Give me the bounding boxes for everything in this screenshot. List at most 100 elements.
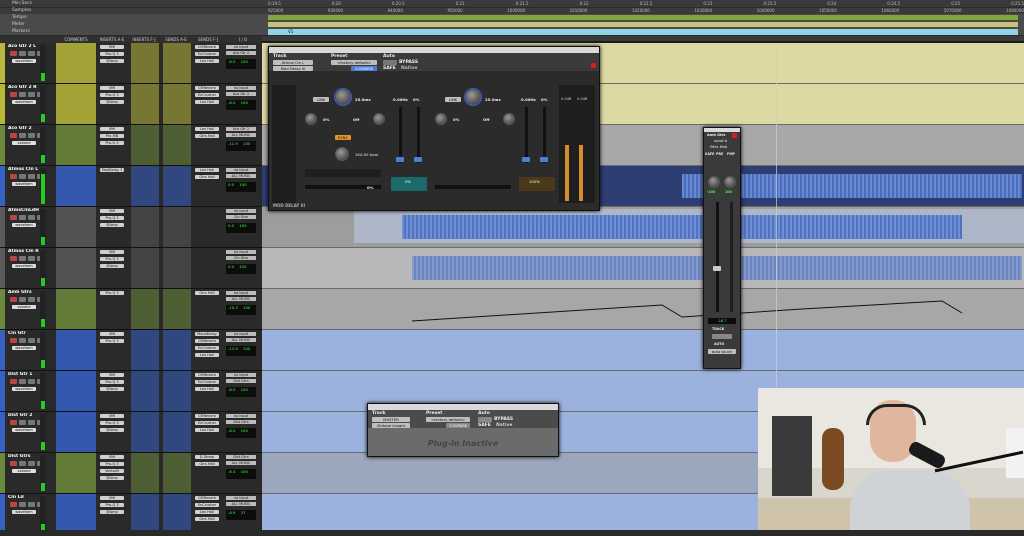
depth-slider-right[interactable] [543, 107, 546, 163]
send-slot[interactable]: CMReverb [195, 86, 219, 90]
comments-field[interactable] [56, 330, 96, 370]
insert-slot[interactable]: @Amp [100, 510, 124, 514]
sends-ae[interactable] [163, 248, 191, 288]
sends-ae[interactable] [163, 289, 191, 329]
volume-value[interactable]: -6.0 [228, 100, 235, 105]
insert-slot[interactable]: Pro-Q 3 [100, 291, 124, 295]
preset-selector[interactable]: <factory default> [331, 60, 377, 65]
input-selector[interactable]: no input [226, 414, 256, 418]
insert-slot[interactable]: @Amp [100, 59, 124, 63]
input-selector[interactable]: no input [226, 250, 256, 254]
solo-button[interactable] [28, 215, 35, 220]
input-selector[interactable]: no input [226, 168, 256, 172]
pan-value[interactable]: 100 [241, 100, 248, 105]
input-monitor-button[interactable] [19, 379, 26, 384]
output-selector[interactable]: Cln Gtrs [226, 215, 256, 219]
solo-button[interactable] [28, 297, 35, 302]
track-view-selector[interactable]: waveform [12, 264, 36, 268]
volume-pan-readout[interactable]: -10.3 100 [226, 305, 256, 315]
comments-field[interactable] [56, 207, 96, 247]
insert-slot[interactable]: @Amp [100, 264, 124, 268]
insert-slot[interactable]: ModDelay 3 [100, 168, 124, 172]
volume-pan-readout[interactable]: -11.9 100 [226, 141, 256, 151]
depth-fader-left[interactable] [414, 157, 422, 162]
pan-value[interactable]: 100 [239, 182, 246, 187]
track-header[interactable]: Amb Gtrs volume Pro-Q 3 Gtrs Hall no input A… [0, 289, 262, 330]
volume-value[interactable]: -8.0 [228, 387, 235, 392]
output-selector[interactable]: Aco Gtr 2 [226, 51, 256, 55]
track-header[interactable]: AtmsClnLdH waveform VMI Pro-Q 3 @Amp no inpu… [0, 207, 262, 248]
solo-button[interactable] [28, 502, 35, 507]
lane-cln-gtr[interactable] [262, 330, 1024, 371]
output-selector[interactable]: ALL MUSIC [226, 133, 256, 137]
output-selector[interactable]: Dist Gtrs [226, 379, 256, 383]
track-header[interactable]: Dist Gtrs volume VMI Pro-Q 3 VectorB @Amp D-D… [0, 453, 262, 494]
sends-ae[interactable] [163, 166, 191, 206]
inserts-fj[interactable] [131, 494, 159, 534]
sends-ae[interactable] [163, 412, 191, 452]
input-selector[interactable]: no input [226, 496, 256, 500]
depth-fader-right[interactable] [540, 157, 548, 162]
track-view-selector[interactable]: waveform [12, 59, 36, 63]
inserts-fj[interactable] [131, 125, 159, 165]
track-view-selector[interactable]: waveform [12, 346, 36, 350]
sends-ae[interactable] [163, 125, 191, 165]
send-slot[interactable]: MondDelay [195, 332, 219, 336]
send-fader-track[interactable] [716, 202, 719, 312]
strip-track-button[interactable] [712, 334, 732, 339]
pan-value[interactable]: 37 [241, 510, 246, 515]
tempo-knob[interactable] [335, 147, 349, 161]
send-slot[interactable]: Gtrs Hall [195, 517, 219, 521]
pan-value[interactable]: 100 [239, 223, 246, 228]
inserts-fj[interactable] [131, 412, 159, 452]
ruler-markers[interactable]: Markers V1 [0, 28, 1024, 36]
volume-pan-readout[interactable]: -8.0 100 [226, 428, 256, 438]
sends-ae[interactable] [163, 84, 191, 124]
record-button[interactable] [10, 297, 17, 302]
input-selector[interactable]: Dist Gtrs [226, 455, 256, 459]
safe-button[interactable]: SAFE [705, 152, 714, 156]
send-slot[interactable]: Gtrs Hall [195, 291, 219, 295]
input-selector[interactable]: no input [226, 45, 256, 49]
input-monitor-button[interactable] [19, 420, 26, 425]
send-slot[interactable]: CMReverb [195, 45, 219, 49]
input-selector[interactable]: Aco Gtr 2 [226, 127, 256, 131]
volume-pan-readout[interactable]: -8.0 100 [226, 387, 256, 397]
comments-field[interactable] [56, 166, 96, 206]
rate-fader-right[interactable] [522, 157, 530, 162]
send-slot[interactable]: Lex Hall [195, 387, 219, 391]
insert-selector[interactable]: iZotope Insight [372, 423, 410, 428]
insert-slot[interactable]: Pro-Q 3 [100, 216, 124, 220]
volume-pan-readout[interactable]: -6.4 100 [226, 469, 256, 479]
note-buttons[interactable] [305, 169, 381, 177]
input-selector[interactable]: no input [226, 209, 256, 213]
lane-atmos-cln-r[interactable] [262, 248, 1024, 289]
inserts-fj[interactable] [131, 371, 159, 411]
insert-slot[interactable]: VMI [100, 332, 124, 336]
comments-field[interactable] [56, 494, 96, 534]
track-header[interactable]: Dist Gtr 2 waveform VMI Pro-Q 3 @Amp CMRever… [0, 412, 262, 453]
sync-button[interactable]: SYNC [335, 135, 351, 140]
insert-slot[interactable]: @Amp [100, 100, 124, 104]
input-selector[interactable]: no input [226, 291, 256, 295]
sends-ae[interactable] [163, 330, 191, 370]
record-button[interactable] [10, 420, 17, 425]
record-button[interactable] [10, 461, 17, 466]
comments-field[interactable] [56, 453, 96, 493]
comments-field[interactable] [56, 43, 96, 83]
inactive-plugin-window[interactable]: Track Preset Auto MASTER iZotope Insight… [367, 403, 559, 457]
send-slot[interactable]: Lex Hall [195, 168, 219, 172]
volume-pan-readout[interactable]: 0.0 100 [226, 223, 256, 233]
send-slot[interactable]: Lex Hall [195, 353, 219, 357]
inserts-fj[interactable] [131, 248, 159, 288]
strip-titlebar[interactable] [704, 128, 740, 132]
lpf-knob-right[interactable] [503, 113, 515, 125]
pan-value[interactable]: 100 [241, 469, 248, 474]
volume-pan-readout[interactable]: 0.0 100 [226, 182, 256, 192]
safe-label[interactable]: SAFE [478, 423, 491, 428]
track-selector[interactable]: Atmos Cln L [273, 60, 313, 65]
pan-value[interactable]: 100 [239, 264, 246, 269]
insert-slot[interactable]: Pro-Q 3 [100, 141, 124, 145]
delay-knob-right[interactable] [465, 89, 481, 105]
sends-ae[interactable] [163, 207, 191, 247]
